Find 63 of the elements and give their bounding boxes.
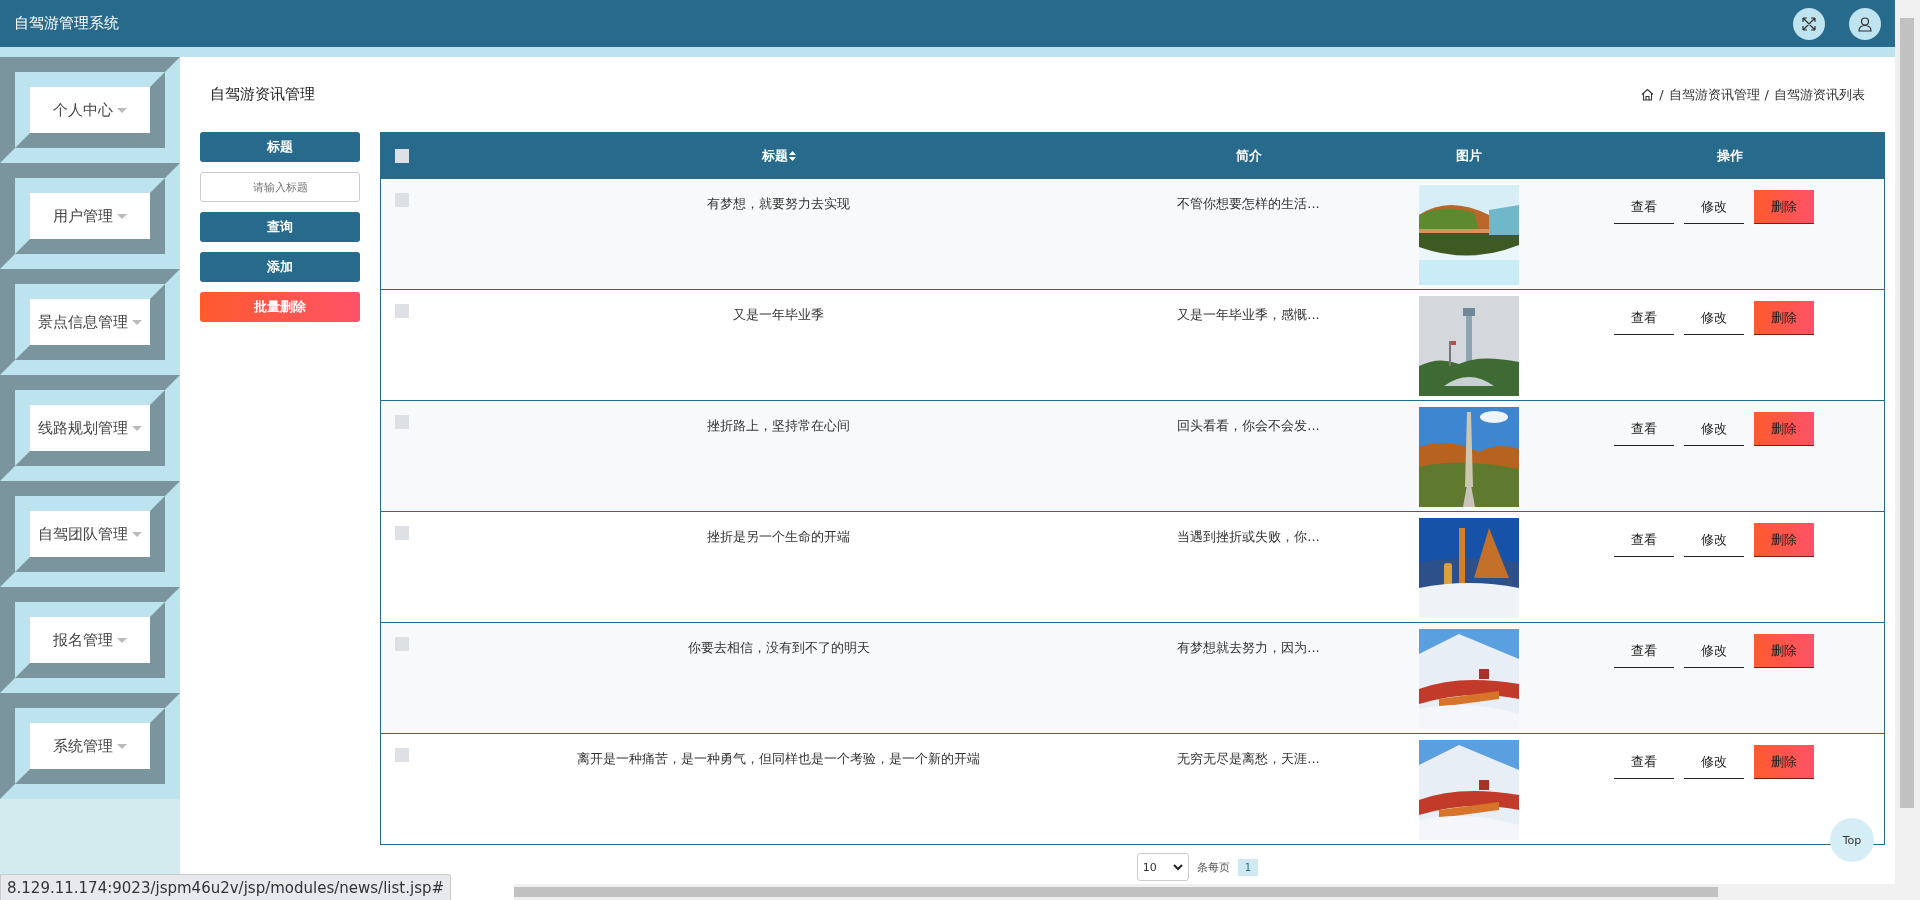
breadcrumb-link[interactable]: 自驾游资讯列表 (1774, 85, 1865, 104)
sort-icon[interactable] (788, 150, 796, 161)
delete-button[interactable]: 删除 (1754, 190, 1814, 224)
action-button[interactable]: 查询 (200, 212, 360, 242)
field-label: 标题 (200, 132, 360, 162)
breadcrumb-link[interactable]: 自驾游资讯管理 (1668, 85, 1760, 104)
table-cell-text: 你要去相信，没有到不了的明天 (686, 639, 871, 657)
action-button[interactable]: 查看 (1614, 301, 1674, 335)
breadcrumb-separator: / (1764, 87, 1769, 102)
vertical-scrollbar[interactable] (1895, 0, 1920, 884)
status-url: 8.129.11.174:9023/jspm46u2v/jsp/modules/news/list.jsp# (0, 874, 452, 900)
table-cell-text: 有梦想，就要努力去实现 (706, 195, 851, 213)
action-button[interactable]: 查看 (1614, 523, 1674, 557)
user-icon[interactable] (1849, 7, 1881, 40)
delete-button[interactable]: 删除 (1754, 745, 1814, 779)
home-icon[interactable] (1641, 88, 1655, 101)
delete-button[interactable]: 删除 (1754, 523, 1814, 557)
page-size-label: 条每页 (1196, 859, 1230, 875)
delete-button[interactable]: 删除 (1754, 634, 1814, 668)
horizontal-scrollbar[interactable] (514, 884, 1920, 900)
row-checkbox[interactable] (395, 415, 409, 429)
search-field[interactable]: 请输入标题 (200, 172, 360, 202)
action-button[interactable]: 查看 (1614, 745, 1674, 779)
table-cell-text: 回头看看，你会不会发... (1176, 417, 1321, 435)
table-cell-text: 又是一年毕业季，感慨... (1176, 306, 1321, 324)
action-button[interactable]: 修改 (1684, 412, 1744, 446)
action-button[interactable]: 查看 (1614, 190, 1674, 224)
action-button[interactable]: 修改 (1684, 634, 1744, 668)
page-button[interactable]: 1 (1237, 858, 1259, 876)
row-checkbox[interactable] (395, 748, 409, 762)
row-checkbox[interactable] (395, 193, 409, 207)
action-button[interactable]: 查看 (1614, 634, 1674, 668)
fullscreen-icon[interactable] (1793, 7, 1825, 40)
page-size-select[interactable]: 10 (1136, 853, 1189, 881)
app-title: 自驾游管理系统 (14, 14, 120, 33)
table-cell-text: 离开是一种痛苦，是一种勇气，但同样也是一个考验，是一个新的开端 (576, 750, 981, 768)
chevron-icon (1172, 863, 1183, 871)
row-checkbox[interactable] (395, 304, 409, 318)
select-all-checkbox[interactable] (395, 148, 409, 163)
table-cell-text: 挫折路上，坚持常在心间 (706, 417, 851, 435)
action-button[interactable]: 修改 (1684, 523, 1744, 557)
delete-button[interactable]: 删除 (1754, 412, 1814, 446)
table-cell-text: 无穷无尽是离愁，天涯... (1176, 750, 1321, 768)
table-cell-text: 不管你想要怎样的生活... (1176, 195, 1321, 213)
column-header: 图片 (1454, 146, 1483, 165)
page-title: 自驾游资讯管理 (209, 85, 315, 104)
table-cell-text: 挫折是另一个生命的开端 (706, 528, 851, 546)
row-checkbox[interactable] (395, 637, 409, 651)
table-cell-text: 当遇到挫折或失败，你... (1176, 528, 1321, 546)
action-button[interactable]: 修改 (1684, 745, 1744, 779)
table-cell-text: 有梦想就去努力，因为... (1176, 639, 1321, 657)
column-header: 简介 (1234, 146, 1263, 165)
action-button[interactable]: 添加 (200, 252, 360, 282)
row-checkbox[interactable] (395, 526, 409, 540)
column-header[interactable]: 标题 (421, 146, 1136, 165)
table-cell-text: 又是一年毕业季 (732, 306, 825, 324)
column-header: 操作 (1716, 146, 1744, 165)
breadcrumb-separator: / (1659, 87, 1664, 102)
back-to-top-button[interactable]: Top (1830, 818, 1874, 862)
action-button[interactable]: 修改 (1684, 301, 1744, 335)
action-button[interactable]: 查看 (1614, 412, 1674, 446)
delete-button[interactable]: 删除 (1754, 301, 1814, 335)
action-button[interactable]: 修改 (1684, 190, 1744, 224)
